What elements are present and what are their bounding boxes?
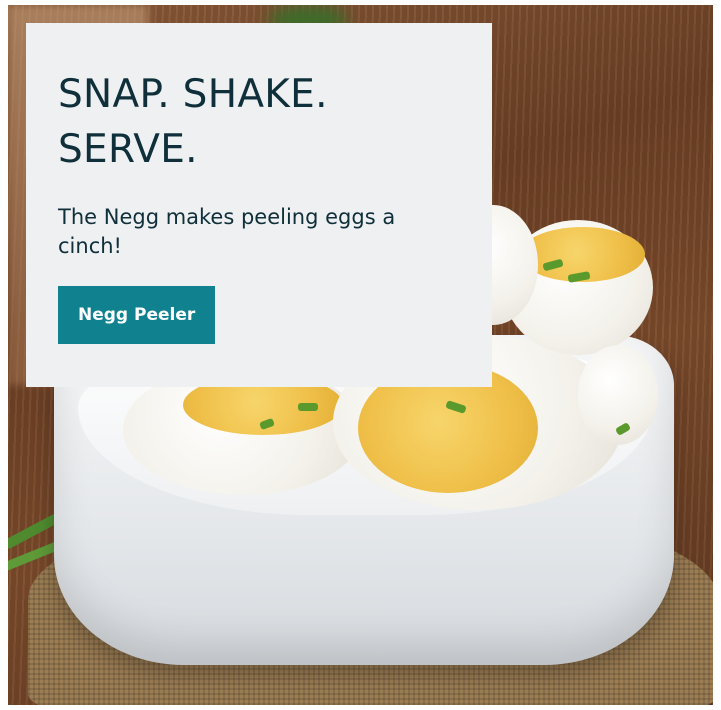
hero-headline: SNAP. SHAKE. SERVE. [58,67,478,177]
chive-fleck [298,403,318,411]
negg-peeler-button[interactable]: Negg Peeler [58,286,216,344]
hero-subtitle: The Negg makes peeling eggs a cinch! [58,205,396,258]
headline-line-1: SNAP. SHAKE. [58,72,328,117]
hero-banner: SNAP. SHAKE. SERVE. The Negg makes peeli… [0,0,721,710]
hero-text-panel: SNAP. SHAKE. SERVE. The Negg makes peeli… [26,23,492,387]
headline-line-2: SERVE. [58,127,198,172]
